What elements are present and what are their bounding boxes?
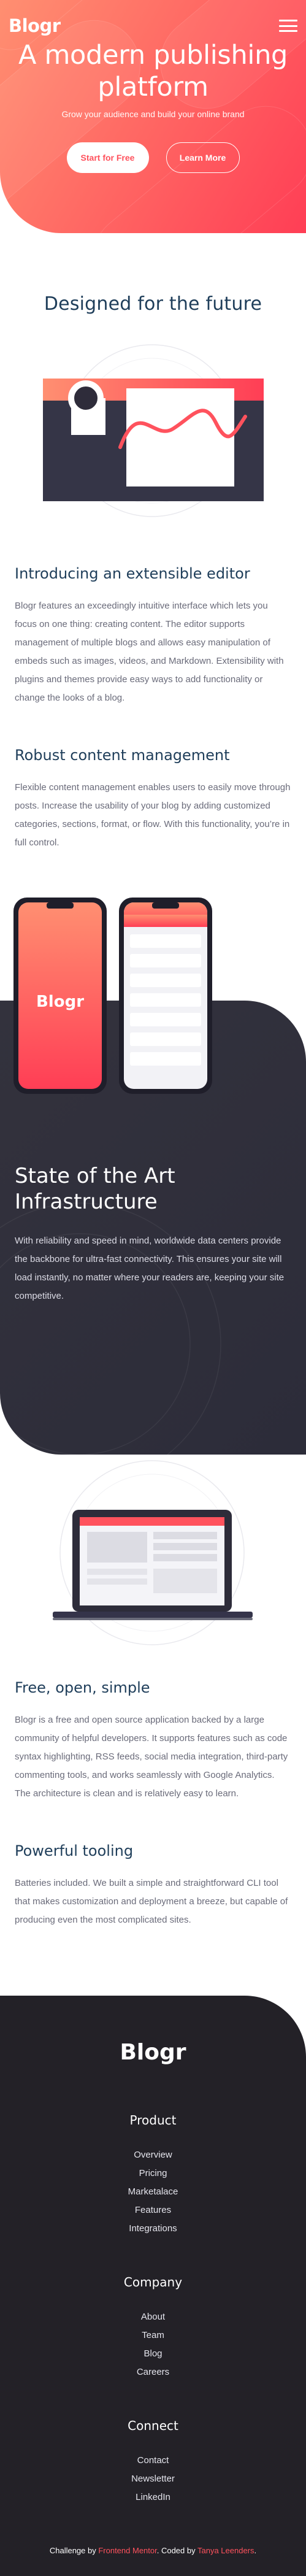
feature-editor: Introducing an extensible editor Blogr f… bbox=[0, 565, 306, 707]
frontend-mentor-link[interactable]: Frontend Mentor bbox=[98, 2546, 156, 2555]
feature-tooling-title: Powerful tooling bbox=[15, 1842, 134, 1859]
footer-link-integrations[interactable]: Integrations bbox=[0, 2220, 306, 2238]
learn-more-button[interactable]: Learn More bbox=[166, 142, 240, 173]
feature-content-management-title: Robust content management bbox=[15, 747, 230, 764]
footer-column-title: Product bbox=[129, 2113, 177, 2128]
attribution: Challenge by Frontend Mentor. Coded by T… bbox=[0, 2546, 306, 2555]
footer-link-contact[interactable]: Contact bbox=[0, 2451, 306, 2470]
attribution-prefix: Challenge by bbox=[49, 2546, 99, 2555]
hero-section: Blogr A modern publishing platform Grow … bbox=[0, 0, 306, 233]
footer-link-careers[interactable]: Careers bbox=[0, 2363, 306, 2382]
footer-link-about[interactable]: About bbox=[0, 2308, 306, 2326]
footer-link-team[interactable]: Team bbox=[0, 2326, 306, 2345]
footer-link-pricing[interactable]: Pricing bbox=[0, 2164, 306, 2183]
start-for-free-button[interactable]: Start for Free bbox=[66, 142, 149, 173]
hero-buttons: Start for Free Learn More bbox=[0, 142, 306, 173]
footer-column-title: Company bbox=[123, 2275, 183, 2290]
designed-section-title: Designed for the future bbox=[44, 293, 262, 315]
feature-free-open-text: Blogr is a free and open source applicat… bbox=[15, 1715, 288, 1799]
infrastructure-description: With reliability and speed in mind, worl… bbox=[15, 1236, 285, 1301]
feature-free-open-title: Free, open, simple bbox=[15, 1679, 150, 1696]
attribution-suffix: . bbox=[254, 2546, 257, 2555]
top-nav: Blogr bbox=[0, 0, 306, 38]
footer: Blogr Product Overview Pricing Marketala… bbox=[0, 1996, 306, 2576]
footer-link-linkedin[interactable]: LinkedIn bbox=[0, 2488, 306, 2507]
infrastructure-text: State of the Art Infrastructure With rel… bbox=[15, 1163, 294, 1305]
footer-column-connect: Connect Contact Newsletter LinkedIn bbox=[0, 2418, 306, 2507]
footer-column-company: Company About Team Blog Careers bbox=[0, 2275, 306, 2382]
footer-link-blog[interactable]: Blog bbox=[0, 2345, 306, 2363]
footer-logo[interactable]: Blogr bbox=[0, 1996, 306, 2065]
author-link[interactable]: Tanya Leenders bbox=[197, 2546, 254, 2555]
footer-column-product: Product Overview Pricing Marketalace Fea… bbox=[0, 2113, 306, 2238]
attribution-middle: . Coded by bbox=[156, 2546, 197, 2555]
logo[interactable]: Blogr bbox=[9, 15, 61, 36]
hero-tagline: Grow your audience and build your online… bbox=[61, 109, 245, 119]
feature-tooling: Powerful tooling Batteries included. We … bbox=[0, 1842, 306, 1929]
infrastructure-title: State of the Art Infrastructure bbox=[15, 1164, 175, 1214]
feature-content-management: Robust content management Flexible conte… bbox=[0, 747, 306, 852]
footer-link-features[interactable]: Features bbox=[0, 2201, 306, 2220]
feature-free-open: Free, open, simple Blogr is a free and o… bbox=[0, 1679, 306, 1803]
phone-logo: Blogr bbox=[36, 993, 84, 1011]
footer-link-overview[interactable]: Overview bbox=[0, 2146, 306, 2164]
hamburger-menu-icon[interactable] bbox=[279, 20, 297, 32]
hero-title: A modern publishing platform bbox=[18, 40, 288, 102]
footer-link-newsletter[interactable]: Newsletter bbox=[0, 2470, 306, 2488]
feature-tooling-text: Batteries included. We built a simple an… bbox=[15, 1878, 288, 1925]
feature-editor-text: Blogr features an exceedingly intuitive … bbox=[15, 601, 284, 703]
footer-link-marketplace[interactable]: Marketalace bbox=[0, 2183, 306, 2201]
laptop-illustration bbox=[0, 1442, 306, 1663]
editor-illustration bbox=[0, 343, 306, 522]
laptop-illustration-image bbox=[53, 1460, 253, 1645]
editor-illustration-image bbox=[43, 344, 264, 517]
feature-editor-title: Introducing an extensible editor bbox=[15, 565, 250, 582]
infrastructure-section: Blogr State of the Art Infrastructure Wi… bbox=[0, 896, 306, 1455]
feature-content-management-text: Flexible content management enables user… bbox=[15, 782, 291, 848]
footer-column-title: Connect bbox=[128, 2418, 178, 2433]
